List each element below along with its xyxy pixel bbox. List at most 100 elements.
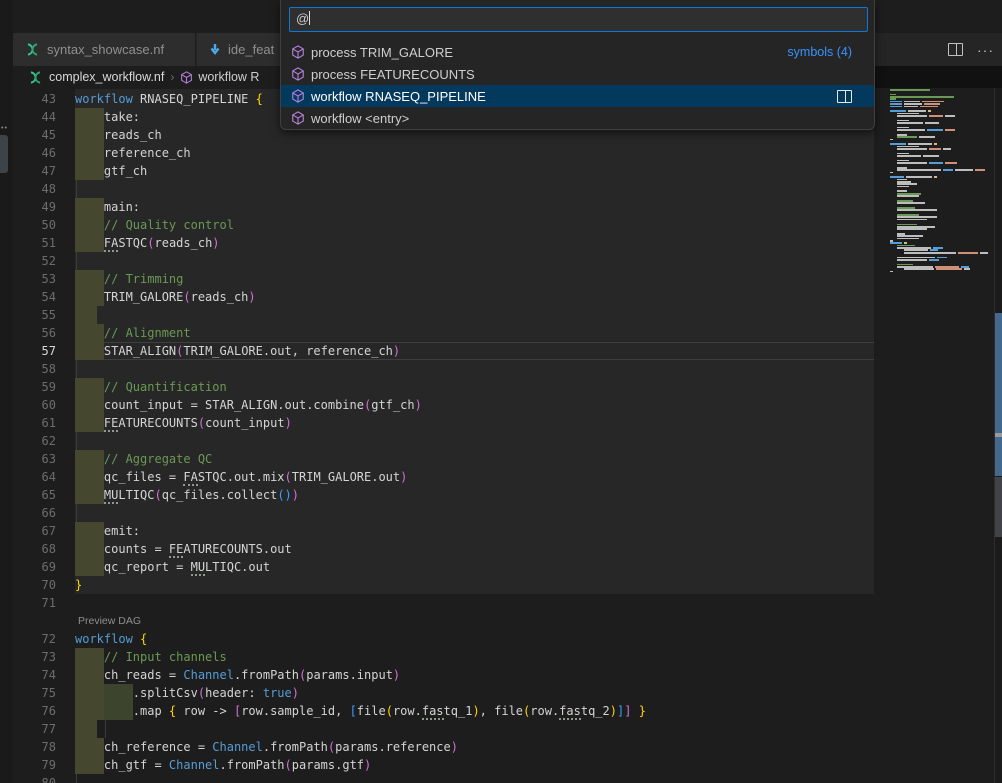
code-line[interactable]: 68 counts = FEATURECOUNTS.out — [13, 540, 887, 558]
code-line[interactable]: 57 STAR_ALIGN(TRIM_GALORE.out, reference… — [13, 342, 887, 360]
code-line[interactable]: 47 gtf_ch — [13, 162, 887, 180]
symbol-cube-icon — [291, 111, 305, 125]
line-number: 76 — [13, 702, 56, 720]
minimap-line — [897, 122, 939, 124]
code-line[interactable]: 48 — [13, 180, 887, 198]
code-text: reference_ch — [75, 144, 191, 162]
code-line[interactable]: 77 — [13, 720, 887, 738]
code-line[interactable]: 64 qc_files = FASTQC.out.mix(TRIM_GALORE… — [13, 468, 887, 486]
code-line[interactable]: 51 FASTQC(reads_ch) — [13, 234, 887, 252]
code-line[interactable]: 76 .map { row -> [row.sample_id, [file(r… — [13, 702, 887, 720]
code-line[interactable]: 73 // Input channels — [13, 648, 887, 666]
code-line[interactable]: 67 emit: — [13, 522, 887, 540]
minimap-line — [897, 186, 909, 188]
split-editor-icon[interactable] — [948, 43, 963, 56]
scrollbar-slider[interactable] — [995, 477, 1002, 537]
code-line[interactable]: 78 ch_reference = Channel.fromPath(param… — [13, 738, 887, 756]
code-line[interactable]: 80 — [13, 774, 887, 783]
line-number: 50 — [13, 216, 56, 234]
minimap-line — [897, 129, 955, 131]
code-line[interactable]: 55 — [13, 306, 887, 324]
nextflow-file-icon — [25, 43, 40, 56]
tab-syntax-showcase[interactable]: syntax_showcase.nf — [13, 33, 196, 66]
code-line[interactable]: 63 // Aggregate QC — [13, 450, 887, 468]
code-text: // Alignment — [75, 324, 191, 342]
code-line[interactable]: 69 qc_report = MULTIQC.out — [13, 558, 887, 576]
quick-pick-item[interactable]: process FEATURECOUNTS — [281, 63, 874, 85]
code-line[interactable]: 72workflow { — [13, 630, 887, 648]
breadcrumb-file[interactable]: complex_workflow.nf — [49, 70, 164, 84]
indent-guide — [76, 360, 77, 378]
codelens[interactable]: Preview DAG — [13, 612, 887, 630]
code-line[interactable]: 61 FEATURECOUNTS(count_input) — [13, 414, 887, 432]
rail-dots-icon: •• — [1, 125, 8, 132]
symbol-cube-icon — [291, 45, 305, 59]
code-line[interactable]: 49 main: — [13, 198, 887, 216]
code-line[interactable]: 50 // Quality control — [13, 216, 887, 234]
symbol-cube-icon — [180, 71, 193, 84]
quick-pick-item-label: process TRIM_GALORE — [311, 45, 787, 60]
code-line[interactable]: 53 // Trimming — [13, 270, 887, 288]
code-text: ch_reference = Channel.fromPath(params.r… — [75, 738, 458, 756]
line-number: 60 — [13, 396, 56, 414]
line-number: 78 — [13, 738, 56, 756]
code-line[interactable]: 52 — [13, 252, 887, 270]
quick-pick-item[interactable]: process TRIM_GALOREsymbols (4) — [281, 41, 874, 63]
symbol-cube-icon — [291, 67, 305, 81]
indent-guide — [76, 774, 77, 783]
line-number: 57 — [13, 342, 56, 360]
code-line[interactable]: 65 MULTIQC(qc_files.collect()) — [13, 486, 887, 504]
code-text: count_input = STAR_ALIGN.out.combine(gtf… — [75, 396, 422, 414]
code-text: .splitCsv(header: true) — [75, 684, 299, 702]
code-line[interactable]: 75 .splitCsv(header: true) — [13, 684, 887, 702]
minimap-line — [890, 271, 893, 273]
line-number: 43 — [13, 90, 56, 108]
line-number: 61 — [13, 414, 56, 432]
line-number: 49 — [13, 198, 56, 216]
minimap[interactable] — [874, 88, 994, 783]
open-to-side-icon[interactable] — [837, 90, 852, 103]
indent-guide — [105, 720, 106, 738]
code-line[interactable]: 60 count_input = STAR_ALIGN.out.combine(… — [13, 396, 887, 414]
line-number: 56 — [13, 324, 56, 342]
line-number: 77 — [13, 720, 56, 738]
code-line[interactable]: 56 // Alignment — [13, 324, 887, 342]
line-number: 45 — [13, 126, 56, 144]
minimap-line — [897, 238, 919, 240]
code-line[interactable]: 74 ch_reads = Channel.fromPath(params.in… — [13, 666, 887, 684]
quick-pick-item-label: workflow RNASEQ_PIPELINE — [311, 89, 837, 104]
code-text: // Quantification — [75, 378, 227, 396]
code-line[interactable]: 71 — [13, 594, 887, 612]
line-number: 55 — [13, 306, 56, 324]
quick-pick-item[interactable]: workflow <entry> — [281, 107, 874, 129]
symbols-count-badge: symbols (4) — [787, 45, 852, 59]
line-number: 53 — [13, 270, 56, 288]
line-number: 79 — [13, 756, 56, 774]
indent-guide — [76, 504, 77, 522]
code-text: workflow RNASEQ_PIPELINE { — [75, 90, 263, 108]
indent-guide — [76, 252, 77, 270]
quick-pick-item[interactable]: workflow RNASEQ_PIPELINE — [281, 85, 874, 107]
breadcrumb-symbol[interactable]: workflow R — [198, 70, 259, 84]
code-line[interactable]: 62 — [13, 432, 887, 450]
line-number: 67 — [13, 522, 56, 540]
code-text: reads_ch — [75, 126, 162, 144]
codelens-label[interactable]: Preview DAG — [78, 612, 141, 630]
code-line[interactable]: 79 ch_gtf = Channel.fromPath(params.gtf) — [13, 756, 887, 774]
code-editor[interactable]: 43workflow RNASEQ_PIPELINE {44 take:45 r… — [13, 88, 1002, 783]
code-line[interactable]: 59 // Quantification — [13, 378, 887, 396]
code-text: ch_reads = Channel.fromPath(params.input… — [75, 666, 400, 684]
code-line[interactable]: 46 reference_ch — [13, 144, 887, 162]
quick-pick-input[interactable]: @ — [289, 7, 868, 32]
overview-ruler — [995, 88, 1002, 783]
minimap-line — [897, 115, 955, 117]
line-number: 80 — [13, 774, 56, 783]
code-line[interactable]: 70} — [13, 576, 887, 594]
more-actions-icon[interactable]: ··· — [977, 45, 994, 55]
minimap-line — [897, 219, 927, 221]
code-text: qc_report = MULTIQC.out — [75, 558, 270, 576]
code-line[interactable]: 54 TRIM_GALORE(reads_ch) — [13, 288, 887, 306]
code-line[interactable]: 58 — [13, 360, 887, 378]
line-number: 74 — [13, 666, 56, 684]
code-line[interactable]: 66 — [13, 504, 887, 522]
